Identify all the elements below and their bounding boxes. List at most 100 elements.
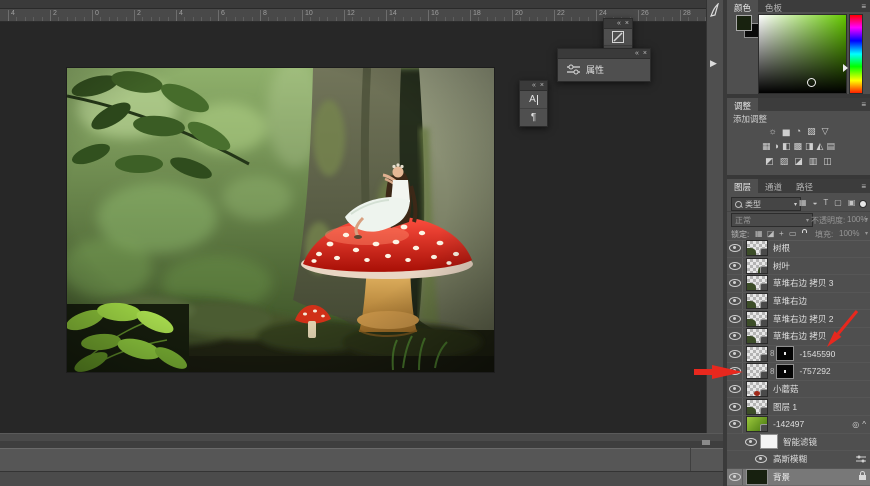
exposure-icon[interactable]: ▧	[807, 126, 816, 137]
layer-thumbnail[interactable]	[746, 469, 768, 485]
vibrance-icon[interactable]: ▽	[822, 126, 829, 137]
layer-thumbnail[interactable]	[746, 381, 768, 397]
layer-mask-thumbnail[interactable]	[776, 346, 794, 361]
lock-position-icon[interactable]: +	[779, 229, 784, 238]
filter-mask-thumbnail[interactable]	[760, 434, 778, 449]
canvas-image[interactable]	[67, 68, 494, 372]
posterize-icon[interactable]: ▨	[780, 156, 789, 167]
shape-filter-icon[interactable]: ▢	[834, 198, 842, 207]
curves-icon[interactable]: ◔	[796, 126, 801, 137]
layer-thumbnail[interactable]	[746, 275, 768, 291]
visibility-toggle[interactable]	[727, 293, 743, 310]
lock-pixels-icon[interactable]: ◪	[767, 229, 775, 238]
hue-slider-arrow[interactable]	[843, 64, 848, 72]
close-icon[interactable]: ×	[643, 50, 647, 58]
visibility-toggle[interactable]	[727, 310, 743, 327]
color-range-icon[interactable]: ◫	[823, 156, 832, 167]
layer-thumbnail[interactable]	[746, 399, 768, 415]
layer-thumbnail[interactable]	[746, 363, 768, 379]
visibility-toggle[interactable]	[727, 398, 743, 415]
layer-thumbnail[interactable]	[746, 293, 768, 309]
collapse-chevron-icon[interactable]: ^	[862, 420, 866, 429]
paragraph-panel-icon[interactable]: ¶	[520, 109, 547, 125]
layer-filter-dropdown[interactable]: 类型 ▾	[731, 197, 801, 211]
lock-artboard-icon[interactable]: ▭	[789, 229, 797, 238]
layer-row--1545590[interactable]: 8 -1545590	[727, 346, 870, 364]
layer-name[interactable]: 树叶	[773, 260, 790, 272]
layer-thumbnail[interactable]	[746, 311, 768, 327]
filter-name[interactable]: 高斯模糊	[773, 453, 807, 465]
foreground-color-swatch[interactable]	[736, 15, 752, 31]
layer-name[interactable]: 树根	[773, 242, 790, 254]
visibility-toggle[interactable]	[727, 363, 743, 380]
visibility-toggle[interactable]	[727, 275, 743, 292]
levels-icon[interactable]: ▅	[783, 126, 790, 137]
tab-paths[interactable]: 路径	[789, 179, 820, 193]
layer-row-caodui[interactable]: 草堆右边	[727, 293, 870, 311]
panel-menu-icon[interactable]: ≡	[861, 182, 866, 191]
history-panel-icon[interactable]	[709, 3, 721, 22]
close-icon[interactable]: ×	[540, 82, 544, 90]
close-icon[interactable]: ×	[625, 20, 629, 28]
collapse-icon[interactable]: «	[532, 82, 536, 90]
properties-panel-button[interactable]: 属性	[558, 59, 650, 76]
visibility-toggle[interactable]	[727, 469, 743, 486]
layer-row--757292[interactable]: 8 -757292	[727, 363, 870, 381]
panel-menu-icon[interactable]: ≡	[861, 2, 866, 11]
threshold-icon[interactable]: ◪	[794, 156, 803, 167]
chevron-down-icon[interactable]: ▾	[865, 230, 868, 237]
layer-row-caodui-copy3[interactable]: 草堆右边 拷贝 3	[727, 275, 870, 293]
layer-mask-thumbnail[interactable]	[776, 364, 794, 379]
panel-menu-icon[interactable]: ≡	[861, 100, 866, 109]
layer-row-shugen[interactable]: 树根	[727, 240, 870, 258]
pixel-filter-icon[interactable]: ▦	[799, 198, 807, 207]
visibility-toggle[interactable]	[753, 451, 768, 468]
layer-row-caodui-copy2[interactable]: 草堆右边 拷贝 2	[727, 310, 870, 328]
color-balance-icon[interactable]: ◑	[774, 141, 779, 152]
character-panel-icon[interactable]: A	[520, 91, 547, 109]
layer-row-background[interactable]: 背景	[727, 469, 870, 486]
layer-thumbnail[interactable]	[746, 240, 768, 256]
lock-transparent-icon[interactable]: ▦	[755, 229, 763, 238]
visibility-toggle[interactable]	[727, 416, 743, 433]
layer-thumbnail[interactable]	[746, 258, 768, 274]
adjustment-filter-icon[interactable]: ◒	[813, 198, 818, 207]
filtering-toggle[interactable]	[859, 200, 867, 208]
chevron-down-icon[interactable]: ▾	[865, 216, 868, 223]
photo-filter-icon[interactable]: ▩	[794, 141, 803, 152]
blend-mode-select[interactable]: 正常 ▾	[731, 213, 813, 227]
tab-swatches[interactable]: 色板	[758, 0, 789, 12]
layer-name[interactable]: 背景	[773, 471, 790, 483]
smart-object-thumbnail[interactable]	[746, 416, 768, 432]
tab-color[interactable]: 颜色	[727, 0, 758, 12]
mask-link-icon[interactable]: 8	[770, 349, 774, 358]
smart-filters-row[interactable]: 智能滤镜	[727, 434, 870, 452]
hue-saturation-icon[interactable]: ▦	[762, 141, 771, 152]
smart-filter-toggle-icon[interactable]: ◎	[852, 420, 859, 429]
layer-name[interactable]: 草堆右边 拷贝 2	[773, 313, 833, 325]
visibility-toggle[interactable]	[727, 381, 743, 398]
brush-settings-icon[interactable]	[604, 29, 632, 46]
actions-panel-icon[interactable]: ▶	[710, 58, 717, 69]
layer-row--142497[interactable]: -142497 ◎ ^	[727, 416, 870, 434]
visibility-toggle[interactable]	[727, 346, 743, 363]
smart-filters-label[interactable]: 智能滤镜	[783, 436, 817, 448]
layer-row-tuceng1[interactable]: 图层 1	[727, 398, 870, 416]
layer-name[interactable]: 图层 1	[773, 401, 797, 413]
collapse-icon[interactable]: «	[635, 50, 639, 58]
tab-channels[interactable]: 通道	[758, 179, 789, 193]
visibility-toggle[interactable]	[727, 240, 743, 257]
layer-thumbnail[interactable]	[746, 346, 768, 362]
visibility-toggle[interactable]	[727, 258, 743, 275]
gradient-map-icon[interactable]: ▤	[826, 141, 835, 152]
layer-row-caodui-copy[interactable]: 草堆右边 拷贝	[727, 328, 870, 346]
visibility-toggle[interactable]	[727, 328, 743, 345]
color-lookup-icon[interactable]: ◭	[817, 141, 824, 152]
fill-value[interactable]: 100%	[839, 229, 859, 238]
color-picker-marker[interactable]	[807, 78, 816, 87]
layer-name[interactable]: 草堆右边	[773, 295, 807, 307]
invert-icon[interactable]: ◩	[765, 156, 774, 167]
selective-color-icon[interactable]: ▥	[809, 156, 818, 167]
layer-name[interactable]: -142497	[773, 419, 804, 429]
brightness-contrast-icon[interactable]: ☼	[768, 126, 776, 137]
